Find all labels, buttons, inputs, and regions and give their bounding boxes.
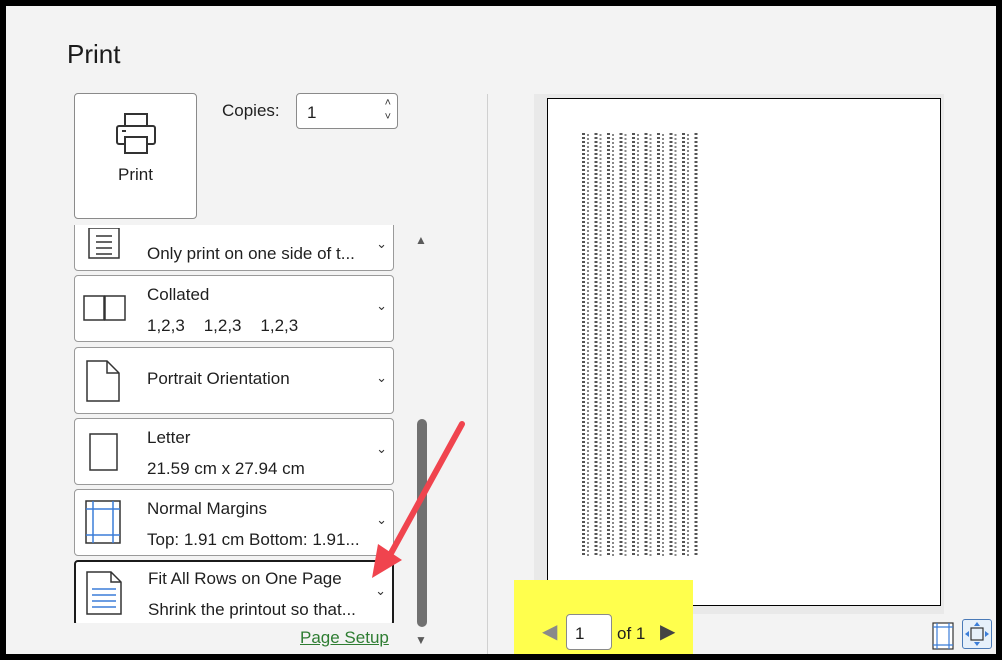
preview-page [547, 98, 941, 606]
page-count-label: of 1 [617, 624, 646, 643]
copies-spinner[interactable]: ˄ ˅ [385, 96, 391, 124]
spin-up-icon[interactable]: ˄ [385, 96, 391, 110]
scaling-label: Fit All Rows on One Page [148, 569, 342, 588]
scaling-detail: Shrink the printout so that... [148, 600, 356, 619]
chevron-down-icon[interactable]: ⌄ [376, 298, 387, 314]
print-button[interactable]: Print [74, 93, 197, 219]
page-number-value: 1 [575, 624, 585, 643]
scroll-up-icon[interactable]: ▲ [415, 233, 427, 247]
annotation-arrow [372, 421, 465, 578]
page-title: Print [67, 39, 121, 69]
margins-label: Normal Margins [147, 499, 267, 518]
one-sided-icon [88, 228, 120, 259]
scaling-icon [86, 571, 122, 615]
copies-label: Copies: [222, 101, 280, 120]
collation-detail: 1,2,3 1,2,3 1,2,3 [147, 316, 299, 335]
preview-content [582, 133, 698, 557]
previous-page-icon[interactable]: ◀ [542, 619, 557, 644]
scroll-down-icon[interactable]: ▼ [415, 633, 427, 647]
page-number-input[interactable]: 1 [566, 614, 612, 650]
print-button-label: Print [118, 165, 153, 184]
portrait-icon [86, 360, 120, 402]
paper-size-detail: 21.59 cm x 27.94 cm [147, 459, 305, 478]
margins-dropdown[interactable]: Normal Margins Top: 1.91 cm Bottom: 1.91… [74, 489, 394, 556]
paper-size-label: Letter [147, 428, 191, 447]
page-setup-link[interactable]: Page Setup [300, 628, 389, 648]
sides-dropdown[interactable]: Only print on one side of t... ⌄ [74, 225, 394, 271]
orientation-label: Portrait Orientation [147, 369, 290, 388]
collation-dropdown[interactable]: Collated 1,2,3 1,2,3 1,2,3 ⌄ [74, 275, 394, 342]
copies-value: 1 [307, 103, 317, 122]
collation-label: Collated [147, 285, 210, 304]
spin-down-icon[interactable]: ˅ [385, 110, 391, 124]
paper-size-icon [89, 433, 118, 471]
orientation-dropdown[interactable]: Portrait Orientation ⌄ [74, 347, 394, 414]
print-backstage: Print Print Copies: 1 ˄ ˅ Only print on … [6, 6, 996, 654]
settings-list: Only print on one side of t... ⌄ Collate… [74, 225, 394, 623]
sides-label: Only print on one side of t... [147, 244, 355, 263]
zoom-to-page-button[interactable] [962, 619, 992, 649]
pane-divider [487, 94, 488, 654]
zoom-to-page-icon [965, 622, 989, 646]
show-margins-icon[interactable] [932, 622, 954, 650]
chevron-down-icon[interactable]: ⌄ [376, 370, 387, 386]
margins-detail: Top: 1.91 cm Bottom: 1.91... [147, 530, 360, 549]
scaling-dropdown[interactable]: Fit All Rows on One Page Shrink the prin… [74, 560, 394, 623]
margins-icon [85, 500, 121, 544]
printer-icon [115, 113, 156, 154]
collated-icon [83, 295, 126, 321]
paper-size-dropdown[interactable]: Letter 21.59 cm x 27.94 cm ⌄ [74, 418, 394, 485]
chevron-down-icon: ⌄ [376, 236, 387, 251]
copies-input[interactable]: 1 ˄ ˅ [296, 93, 398, 129]
next-page-icon[interactable]: ▶ [660, 619, 675, 644]
